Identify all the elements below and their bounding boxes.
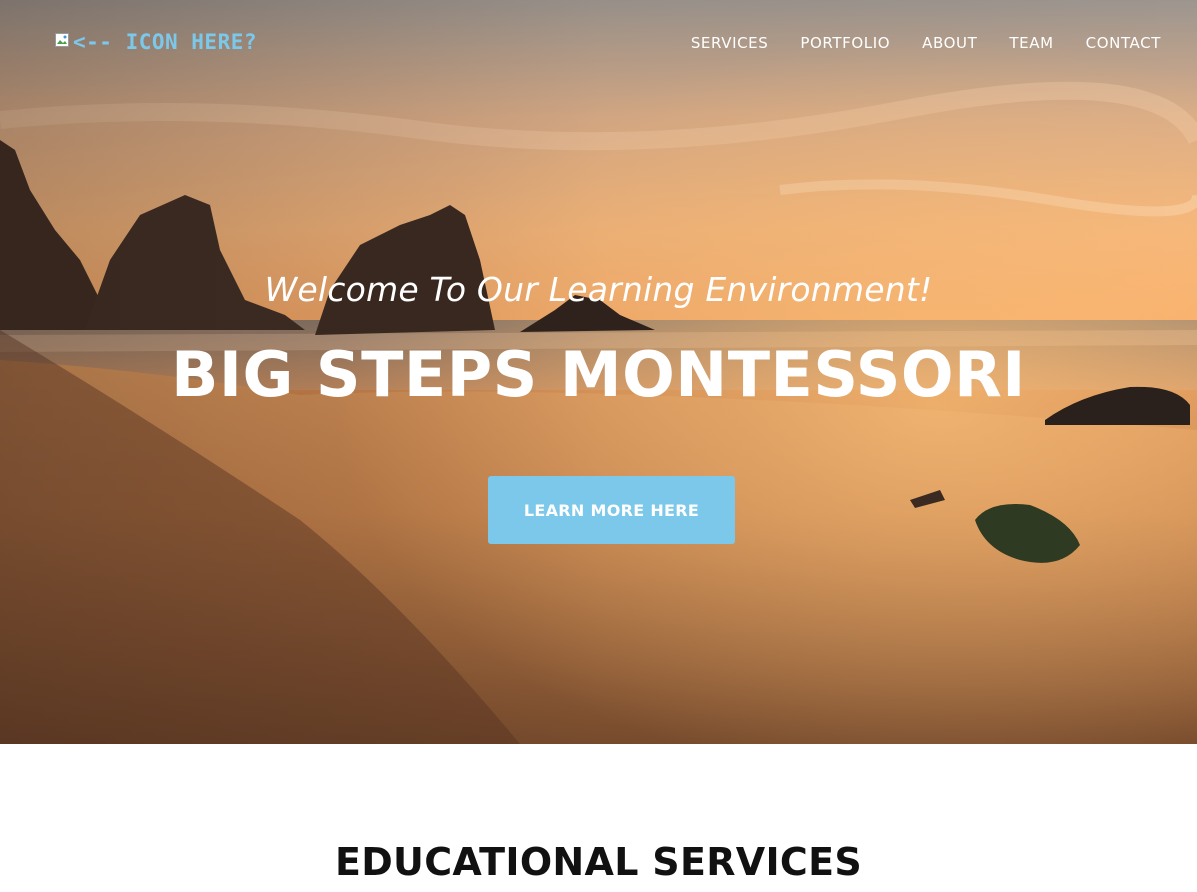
hero-subheading: Welcome To Our Learning Environment! [264, 270, 933, 309]
logo-text: <-- ICON HERE? [73, 30, 258, 54]
broken-image-icon [55, 32, 69, 47]
nav-link-team[interactable]: TEAM [1009, 34, 1053, 52]
hero-section: <-- ICON HERE? SERVICES PORTFOLIO ABOUT … [0, 0, 1197, 744]
nav-link-contact[interactable]: CONTACT [1086, 34, 1161, 52]
nav-link-portfolio[interactable]: PORTFOLIO [800, 34, 890, 52]
learn-more-button[interactable]: LEARN MORE HERE [488, 476, 735, 544]
navbar-brand[interactable]: <-- ICON HERE? [55, 30, 257, 54]
nav-link-about[interactable]: ABOUT [922, 34, 977, 52]
services-section-title: EDUCATIONAL SERVICES [334, 840, 863, 884]
nav-link-services[interactable]: SERVICES [691, 34, 769, 52]
hero-heading: BIG STEPS MONTESSORI [171, 338, 1026, 411]
main-nav: SERVICES PORTFOLIO ABOUT TEAM CONTACT [691, 34, 1161, 52]
